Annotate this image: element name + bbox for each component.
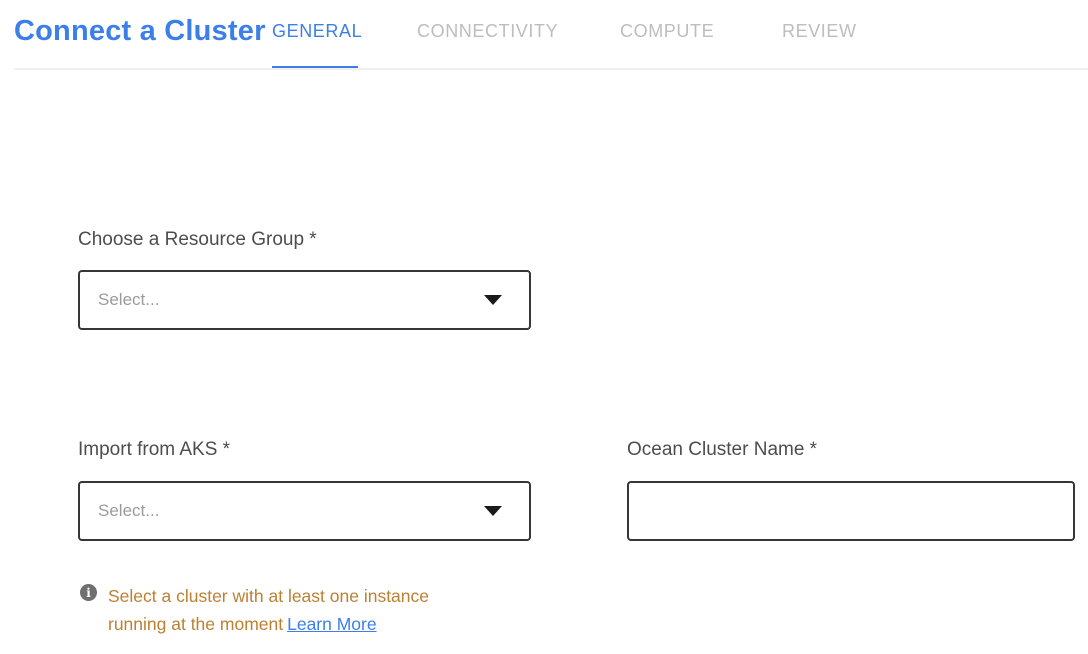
tab-review[interactable]: REVIEW (782, 21, 857, 42)
tab-general[interactable]: GENERAL (272, 21, 362, 42)
header-divider (14, 68, 1088, 70)
cluster-info-message: Select a cluster with at least one insta… (108, 586, 429, 634)
import-aks-label: Import from AKS * (78, 439, 230, 461)
tab-compute[interactable]: COMPUTE (620, 21, 714, 42)
ocean-cluster-name-input[interactable] (627, 481, 1075, 541)
cluster-info-note: Select a cluster with at least one insta… (108, 582, 472, 638)
chevron-down-icon (484, 295, 502, 305)
resource-group-label: Choose a Resource Group * (78, 229, 317, 251)
resource-group-select[interactable]: Select... (78, 270, 531, 330)
import-aks-select[interactable]: Select... (78, 481, 531, 541)
chevron-down-icon (484, 506, 502, 516)
page-title: Connect a Cluster (14, 15, 266, 48)
tab-connectivity[interactable]: CONNECTIVITY (417, 21, 558, 42)
import-aks-placeholder: Select... (98, 501, 484, 521)
ocean-cluster-name-label: Ocean Cluster Name * (627, 439, 817, 461)
resource-group-placeholder: Select... (98, 290, 484, 310)
connect-cluster-wizard: Connect a Cluster GENERAL CONNECTIVITY C… (0, 0, 1088, 654)
info-icon: i (80, 584, 97, 601)
learn-more-link[interactable]: Learn More (287, 614, 377, 634)
